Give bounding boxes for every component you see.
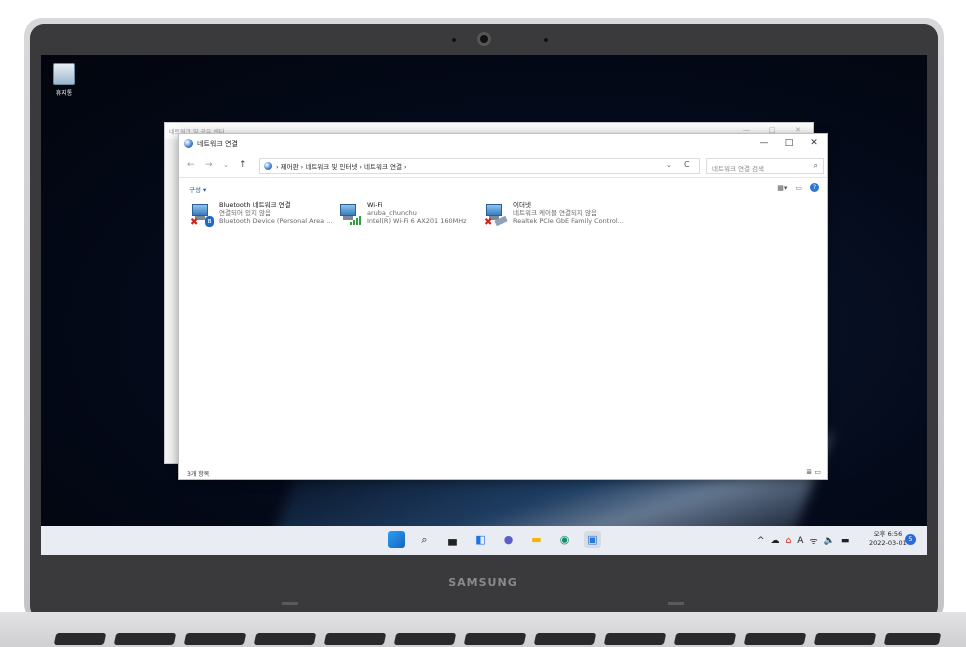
file-explorer-icon[interactable]: ▬ [528, 531, 545, 548]
battery-icon[interactable]: ▬ [841, 536, 850, 546]
recent-locations-icon[interactable]: ⌄ [223, 161, 229, 169]
network-connections-icon[interactable]: ▣ [584, 531, 601, 548]
hinge [668, 602, 684, 605]
input-language-icon[interactable]: A [797, 536, 803, 546]
laptop: 휴지통 네트워크 및 공유 센터 — □ ✕ 네트워크 연결 — □ ✕ ← →… [0, 0, 966, 647]
screen: 휴지통 네트워크 및 공유 센터 — □ ✕ 네트워크 연결 — □ ✕ ← →… [41, 55, 927, 555]
search-placeholder: 네트워크 연결 검색 [712, 165, 764, 173]
list-item-bluetooth[interactable]: ✖ ʙ Bluetooth 네트워크 연결 연결되어 있지 않음 Bluetoo… [189, 200, 339, 234]
webcam [477, 32, 491, 46]
keyboard-key [813, 633, 877, 645]
keyboard-key [393, 633, 457, 645]
command-bar: 구성 ▾ ▦▾ ▭ ? [179, 178, 827, 198]
keyboard-key [183, 633, 247, 645]
wifi-icon[interactable]: ᯤ [809, 534, 817, 547]
network-connections-window: 네트워크 연결 — □ ✕ ← → ⌄ ↑ › 제어판 › 네트워크 및 인터넷… [178, 133, 828, 480]
window-title: 네트워크 연결 [197, 140, 238, 148]
address-bar[interactable]: › 제어판 › 네트워크 및 인터넷 › 네트워크 연결 › [259, 158, 700, 174]
navigation-bar: ← → ⌄ ↑ › 제어판 › 네트워크 및 인터넷 › 네트워크 연결 › ⌄… [179, 154, 827, 178]
search-input[interactable]: 네트워크 연결 검색 ⌕ [706, 158, 824, 174]
change-view-icon[interactable]: ▦▾ [777, 184, 787, 192]
task-view-icon[interactable]: ▄ [444, 531, 461, 548]
forward-arrow-icon[interactable]: → [205, 160, 213, 170]
keyboard-key [673, 633, 737, 645]
item-status: 네트워크 케이블 연결되지 않음 [513, 209, 597, 217]
close-button[interactable]: ✕ [807, 138, 821, 148]
keyboard-key [463, 633, 527, 645]
title-bar[interactable]: 네트워크 연결 — □ ✕ [179, 134, 827, 154]
start-icon[interactable] [388, 531, 405, 548]
help-icon[interactable]: ? [810, 183, 819, 192]
minimize-button[interactable]: — [757, 138, 771, 148]
disconnected-icon: ✖ [484, 217, 493, 228]
notification-badge[interactable]: 5 [905, 534, 916, 545]
back-arrow-icon[interactable]: ← [187, 160, 195, 170]
up-arrow-icon[interactable]: ↑ [239, 160, 247, 170]
preview-pane-icon[interactable]: ▭ [795, 184, 802, 192]
breadcrumb[interactable]: › 제어판 › 네트워크 및 인터넷 › 네트워크 연결 › [276, 161, 407, 171]
taskbar: ⌕ ▄ ◧ ● ▬ ◉ ▣ ^ ☁ ⌂ A ᯤ 🔈 ▬ 오후 6:56 2022… [41, 526, 927, 555]
item-name: Bluetooth 네트워크 연결 [219, 201, 291, 209]
wifi-network-icon [337, 202, 363, 228]
bluetooth-network-icon: ✖ ʙ [189, 202, 215, 228]
control-panel-icon [264, 162, 272, 170]
chat-icon[interactable]: ● [500, 531, 517, 548]
address-dropdown-icon[interactable]: ⌄ [666, 161, 672, 169]
onedrive-icon[interactable]: ☁ [771, 536, 780, 546]
item-status: 연결되어 있지 않음 [219, 209, 271, 217]
search-icon[interactable]: ⌕ [416, 531, 433, 548]
signal-strength-icon [350, 216, 361, 225]
item-status: aruba_chunchu [367, 209, 417, 217]
sensor-dot [544, 38, 548, 42]
keyboard-key [323, 633, 387, 645]
item-device: Intel(R) Wi-Fi 6 AX201 160MHz [367, 217, 467, 225]
edge-icon[interactable]: ◉ [556, 531, 573, 548]
view-toggle-icons[interactable]: ≣ ▭ [806, 468, 821, 476]
hinge [282, 602, 298, 605]
keyboard-key [883, 633, 942, 645]
recycle-bin-icon [53, 63, 75, 85]
keyboard-key [53, 633, 107, 645]
search-icon: ⌕ [813, 161, 818, 170]
keyboard-key [533, 633, 597, 645]
recycle-bin-label: 휴지통 [55, 90, 73, 97]
item-name: 이더넷 [513, 201, 531, 209]
keyboard-key [113, 633, 177, 645]
security-icon[interactable]: ⌂ [786, 536, 792, 546]
sensor-dot [452, 38, 456, 42]
clock[interactable]: 오후 6:56 2022-03-01 [869, 530, 907, 548]
refresh-icon[interactable]: C [684, 160, 690, 169]
list-item-wifi[interactable]: Wi-Fi aruba_chunchu Intel(R) Wi-Fi 6 AX2… [337, 200, 487, 234]
show-hidden-icons-icon[interactable]: ^ [757, 536, 765, 546]
status-bar: 3개 항목 ≣ ▭ [179, 465, 827, 479]
system-tray: ^ ☁ ⌂ A ᯤ 🔈 ▬ [757, 534, 850, 548]
network-connections-icon [184, 139, 193, 148]
maximize-button[interactable]: □ [782, 138, 796, 148]
item-device: Bluetooth Device (Personal Area ... [219, 217, 333, 225]
keyboard-key [743, 633, 807, 645]
bluetooth-icon: ʙ [205, 216, 214, 227]
widgets-icon[interactable]: ◧ [472, 531, 489, 548]
clock-date: 2022-03-01 [869, 539, 907, 547]
connections-list: ✖ ʙ Bluetooth 네트워크 연결 연결되어 있지 않음 Bluetoo… [189, 200, 817, 240]
item-name: Wi-Fi [367, 201, 383, 209]
item-device: Realtek PCIe GbE Family Control... [513, 217, 624, 225]
brand-logo: SAMSUNG [448, 576, 518, 589]
organize-button[interactable]: 구성 ▾ [189, 184, 206, 194]
clock-time: 오후 6:56 [873, 530, 903, 538]
recycle-bin-shortcut[interactable]: 휴지통 [49, 63, 79, 97]
disconnected-icon: ✖ [190, 217, 199, 228]
ethernet-network-icon: ✖ [483, 202, 509, 228]
keyboard-key [253, 633, 317, 645]
list-item-ethernet[interactable]: ✖ 이더넷 네트워크 케이블 연결되지 않음 Realtek PCIe GbE … [483, 200, 633, 234]
volume-icon[interactable]: 🔈 [824, 536, 835, 546]
item-count: 3개 항목 [187, 471, 210, 478]
keyboard-key [603, 633, 667, 645]
